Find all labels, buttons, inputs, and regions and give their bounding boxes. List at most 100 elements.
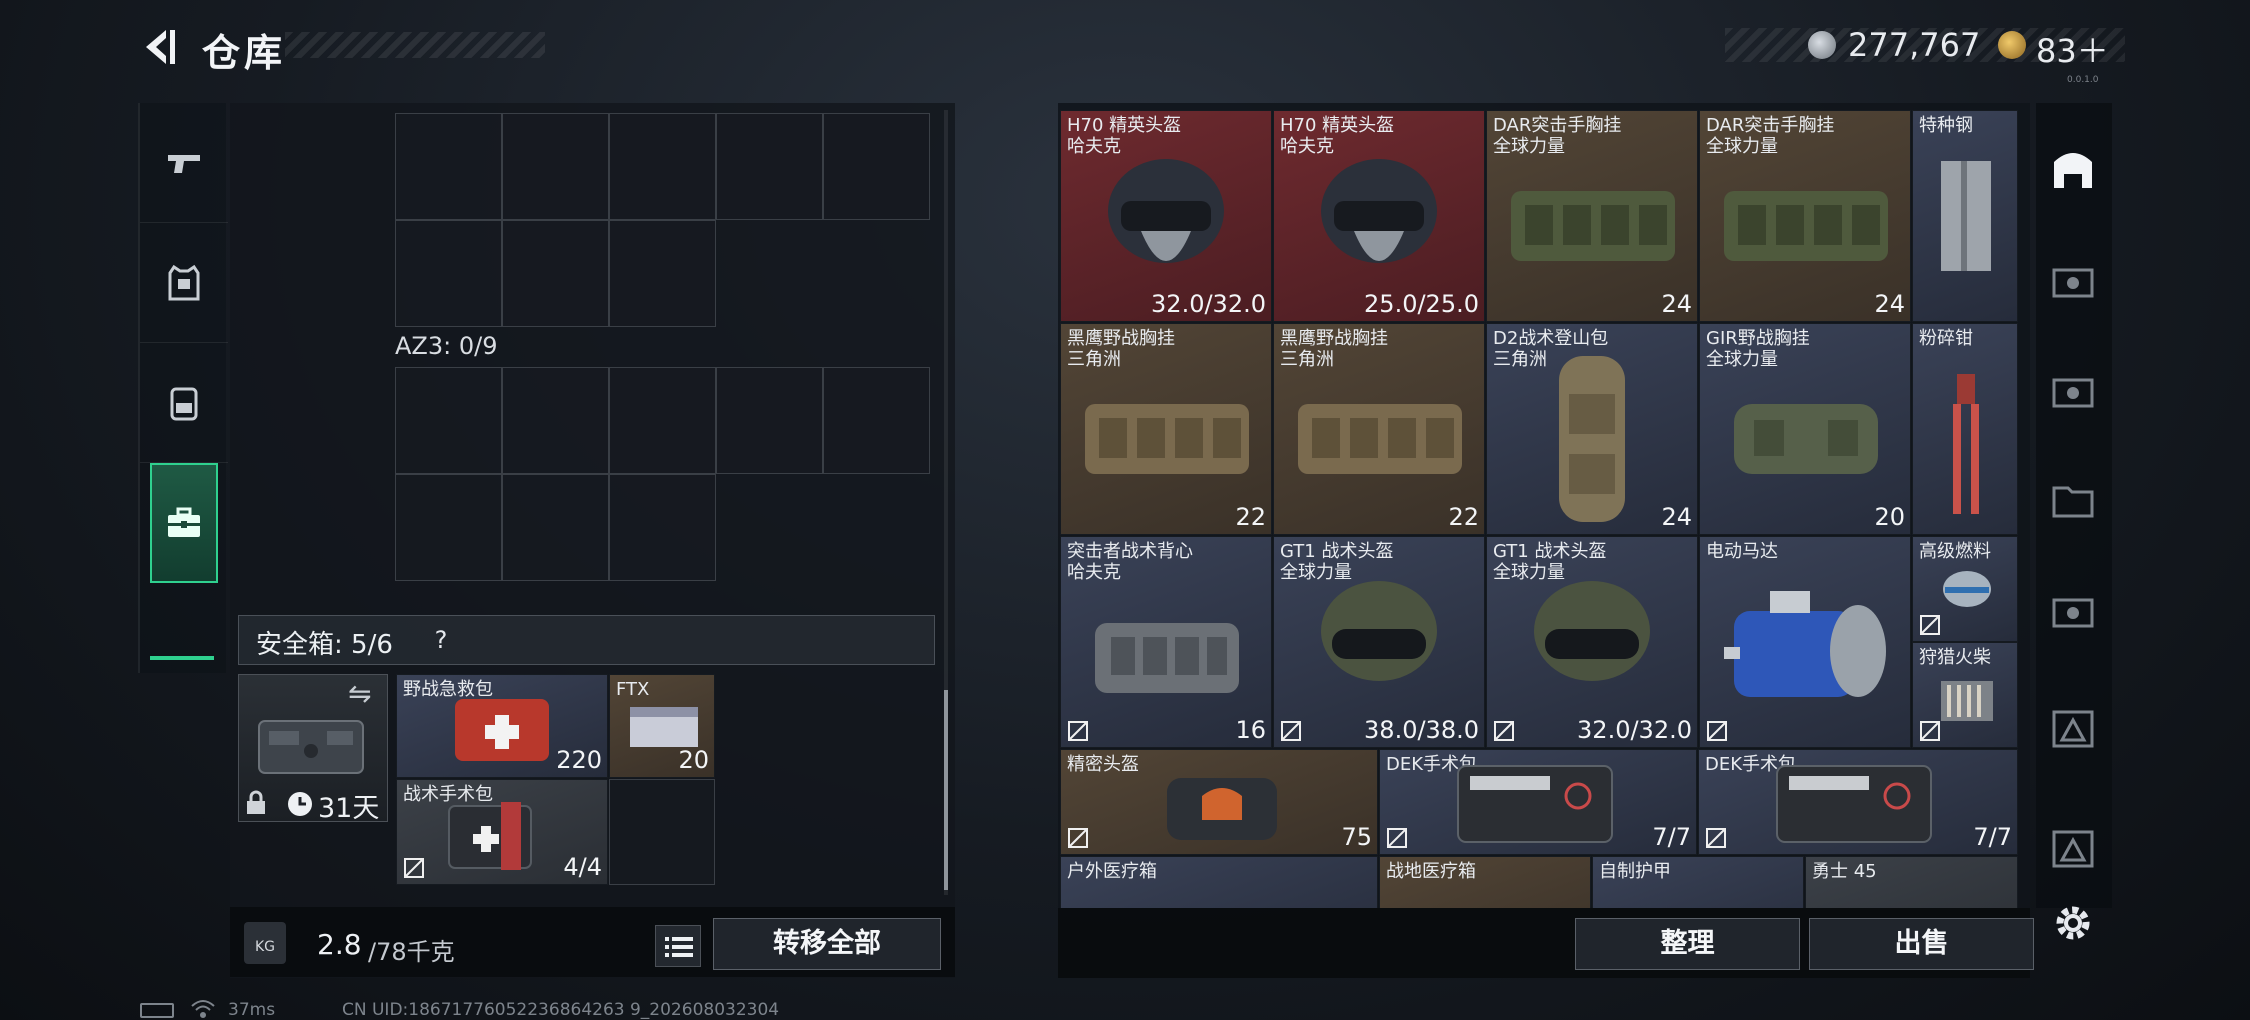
transfer-all-button[interactable]: 转移全部: [713, 918, 941, 970]
warehouse-item[interactable]: GT1 战术头盔 全球力量 32.0/32.0: [1486, 536, 1698, 748]
container-grid-2: [395, 367, 930, 581]
grid-slot[interactable]: [716, 367, 823, 474]
safe-item[interactable]: 野战急救包 220: [396, 674, 608, 778]
item-name: 自制护甲: [1599, 861, 1671, 882]
item-name: H70 精英头盔: [1067, 115, 1182, 136]
safe-item[interactable]: FTX 20: [609, 674, 715, 778]
item-uses: 7/7: [1652, 823, 1691, 851]
warehouse-item[interactable]: 黑鹰野战胸挂 三角洲 22: [1060, 323, 1272, 535]
item-name: 特种钢: [1919, 115, 1973, 136]
item-brand: 全球力量: [1706, 349, 1778, 370]
page-title: 仓库: [202, 31, 287, 75]
grid-slot[interactable]: [609, 779, 715, 885]
warehouse-item[interactable]: 突击者战术背心 哈夫克 16: [1060, 536, 1272, 748]
warehouse-item[interactable]: 户外医疗箱: [1060, 856, 1378, 908]
matches-image: [1941, 681, 1993, 721]
warehouse-item[interactable]: 狩猎火柴: [1912, 642, 2018, 748]
item-brand: 三角洲: [1493, 349, 1547, 370]
warehouse-item[interactable]: 高级燃料: [1912, 536, 2018, 642]
sort-button[interactable]: 整理: [1575, 918, 1800, 970]
item-name: 黑鹰野战胸挂: [1280, 328, 1388, 349]
list-view-button[interactable]: [655, 925, 701, 967]
item-durability: 32.0/32.0: [1577, 716, 1692, 744]
warehouse-item[interactable]: DEK手术包 7/7: [1379, 749, 1697, 855]
warehouse-item[interactable]: 战地医疗箱: [1379, 856, 1591, 908]
item-brand: 全球力量: [1493, 136, 1565, 157]
safe-item[interactable]: 战术手术包 4/4: [396, 779, 608, 885]
filter-tab-level-4c[interactable]: [2044, 580, 2102, 638]
tab-backpacks[interactable]: [140, 343, 228, 463]
grid-slot[interactable]: [609, 113, 716, 220]
filter-tab-all[interactable]: [2044, 140, 2102, 198]
ping-label: 37ms: [228, 1000, 276, 1020]
warehouse-item[interactable]: 特种钢: [1912, 110, 2018, 322]
scrollbar-thumb[interactable]: [944, 690, 948, 890]
helmet-image: [1321, 159, 1437, 263]
grid-slot[interactable]: [609, 220, 716, 327]
surgical-kit-image: [1457, 765, 1613, 843]
filter-tab-misc[interactable]: [2044, 820, 2102, 878]
item-brand: 三角洲: [1280, 349, 1334, 370]
item-name: 粉碎钳: [1919, 328, 1973, 349]
warehouse-item[interactable]: H70 精英头盔 哈夫克 25.0/25.0: [1273, 110, 1485, 322]
item-capacity: 24: [1661, 290, 1692, 318]
warehouse-item[interactable]: GT1 战术头盔 全球力量 38.0/38.0: [1273, 536, 1485, 748]
item-durability: 75: [1341, 823, 1372, 851]
warehouse-item[interactable]: 精密头盔 75: [1060, 749, 1378, 855]
item-durability: 38.0/38.0: [1364, 716, 1479, 744]
sell-button[interactable]: 出售: [1809, 918, 2034, 970]
grid-slot[interactable]: [609, 474, 716, 581]
warehouse-item[interactable]: 粉碎钳: [1912, 323, 2018, 535]
filter-tab-level-4b[interactable]: [2044, 470, 2102, 528]
grid-slot[interactable]: [823, 113, 930, 220]
title-decoration: [285, 32, 545, 58]
grid-slot[interactable]: [823, 367, 930, 474]
coin-balance: 277,767: [1848, 26, 1981, 64]
safebox-duration: 31天: [318, 793, 380, 824]
grid-slot[interactable]: [395, 474, 502, 581]
warehouse-item[interactable]: H70 精英头盔 哈夫克 32.0/32.0: [1060, 110, 1272, 322]
gold-icon[interactable]: [1998, 31, 2026, 59]
warehouse-item[interactable]: 黑鹰野战胸挂 三角洲 22: [1273, 323, 1485, 535]
backpack-icon: [170, 387, 198, 420]
back-arrow-icon[interactable]: [136, 24, 182, 70]
unbound-icon: [1707, 721, 1727, 741]
item-brand: 三角洲: [1067, 349, 1121, 370]
item-name: 电动马达: [1706, 541, 1778, 562]
warehouse-item[interactable]: DAR突击手胸挂 全球力量 24: [1486, 110, 1698, 322]
case-icon: [168, 507, 200, 537]
item-name: 勇士 45: [1812, 861, 1877, 882]
grid-slot[interactable]: [395, 220, 502, 327]
grid-slot[interactable]: [502, 113, 609, 220]
unbound-icon: [1706, 828, 1726, 848]
settings-icon[interactable]: [2048, 898, 2098, 948]
gold-balance[interactable]: 83＋: [2036, 26, 2109, 72]
grid-slot[interactable]: [502, 367, 609, 474]
grid-void: [716, 474, 823, 581]
grid-slot[interactable]: [609, 367, 716, 474]
filter-tab-level-5[interactable]: [2044, 250, 2102, 308]
grid-slot[interactable]: [395, 367, 502, 474]
warehouse-item[interactable]: D2战术登山包 三角洲 24: [1486, 323, 1698, 535]
clock-icon: [288, 792, 312, 816]
warehouse-item[interactable]: GIR野战胸挂 全球力量 20: [1699, 323, 1911, 535]
help-button[interactable]: ?: [428, 626, 454, 654]
chest-rig-image: [1085, 404, 1249, 474]
filter-tab-level-4[interactable]: [2044, 360, 2102, 418]
filter-tab-other[interactable]: [2044, 700, 2102, 758]
grid-slot[interactable]: [502, 474, 609, 581]
swap-icon[interactable]: ⇋: [348, 677, 380, 710]
unbound-icon: [1920, 615, 1940, 635]
tab-armor[interactable]: [140, 223, 228, 343]
warehouse-item[interactable]: 自制护甲: [1592, 856, 1804, 908]
grid-slot[interactable]: [716, 113, 823, 220]
warehouse-item[interactable]: DAR突击手胸挂 全球力量 24: [1699, 110, 1911, 322]
warehouse-item[interactable]: DEK手术包 7/7: [1698, 749, 2018, 855]
grid-slot[interactable]: [395, 113, 502, 220]
tab-safebox[interactable]: [150, 463, 218, 583]
tab-weapons[interactable]: [140, 103, 228, 223]
level-filter-icon: [2052, 268, 2094, 298]
warehouse-item[interactable]: 勇士 45: [1805, 856, 2018, 908]
grid-slot[interactable]: [502, 220, 609, 327]
warehouse-item[interactable]: 电动马达: [1699, 536, 1911, 748]
